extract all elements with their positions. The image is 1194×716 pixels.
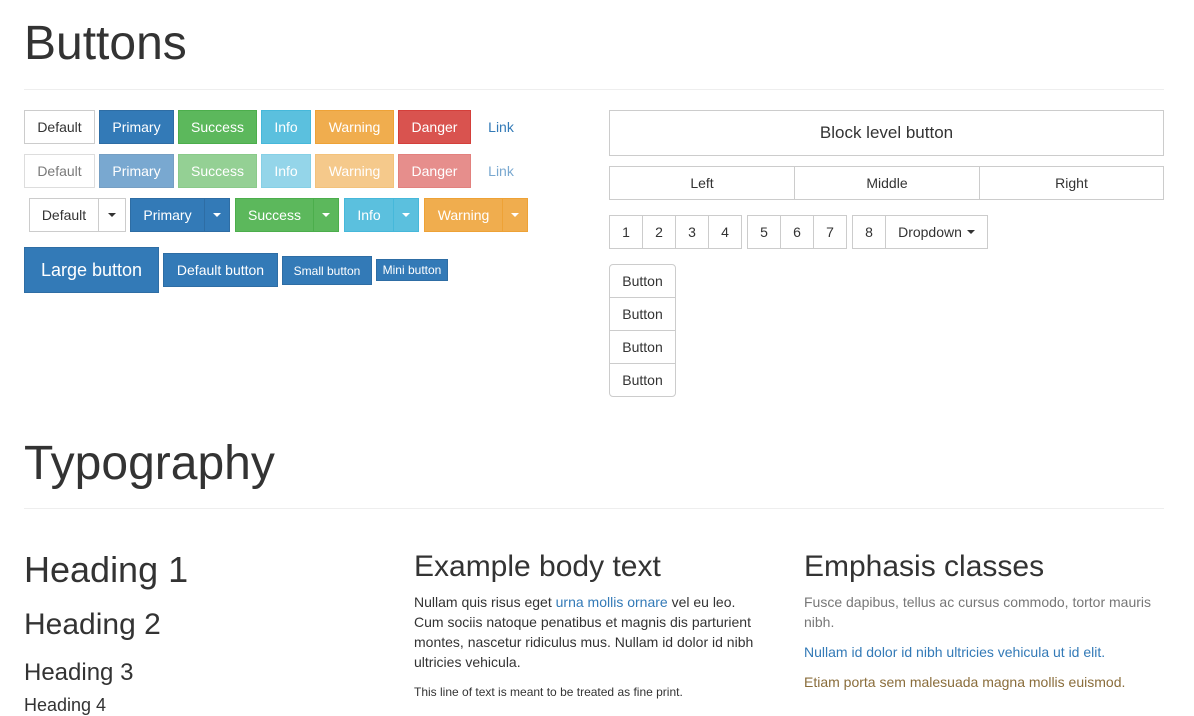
justified-left-button[interactable]: Left <box>609 166 795 200</box>
large-button[interactable]: Large button <box>24 247 159 293</box>
dropdown-label: Dropdown <box>898 224 962 240</box>
typography-heading: Typography <box>24 437 275 490</box>
link-button[interactable]: Link <box>475 110 527 144</box>
primary-split-toggle[interactable] <box>204 198 230 232</box>
justified-middle-button[interactable]: Middle <box>794 166 980 200</box>
success-button[interactable]: Success <box>178 110 257 144</box>
body-paragraph: Nullam quis risus eget urna mollis ornar… <box>414 592 766 672</box>
caret-down-icon <box>322 213 330 217</box>
fine-print: This line of text is meant to be treated… <box>414 685 683 699</box>
toolbar-button-1[interactable]: 1 <box>609 215 643 249</box>
vertical-group-button-2[interactable]: Button <box>609 297 676 331</box>
default-split-button[interactable]: Default <box>29 198 99 232</box>
caret-down-icon <box>402 213 410 217</box>
body-paragraph-text: Nullam quis risus eget <box>414 594 556 610</box>
info-split-button[interactable]: Info <box>344 198 394 232</box>
primary-button-disabled[interactable]: Primary <box>99 154 174 188</box>
warning-split-toggle[interactable] <box>502 198 528 232</box>
warning-text: Etiam porta sem malesuada magna mollis e… <box>804 674 1126 690</box>
block-level-button[interactable]: Block level button <box>609 110 1164 156</box>
info-split-toggle[interactable] <box>393 198 419 232</box>
toolbar-button-7[interactable]: 7 <box>813 215 847 249</box>
toolbar-dropdown[interactable]: Dropdown <box>885 215 988 249</box>
toolbar-button-5[interactable]: 5 <box>747 215 781 249</box>
info-button[interactable]: Info <box>261 110 311 144</box>
primary-button[interactable]: Primary <box>99 110 174 144</box>
primary-text: Nullam id dolor id nibh ultricies vehicu… <box>804 644 1106 660</box>
body-paragraph-link[interactable]: urna mollis ornare <box>556 594 668 610</box>
toolbar-button-8[interactable]: 8 <box>852 215 886 249</box>
small-button[interactable]: Small button <box>282 256 372 285</box>
muted-text: Fusce dapibus, tellus ac cursus commodo,… <box>804 594 1152 630</box>
danger-button-disabled[interactable]: Danger <box>398 154 471 188</box>
danger-button[interactable]: Danger <box>398 110 471 144</box>
caret-down-icon <box>108 213 116 217</box>
warning-split-button[interactable]: Warning <box>424 198 503 232</box>
default-button-disabled[interactable]: Default <box>24 154 95 188</box>
link-button-disabled[interactable]: Link <box>475 154 527 188</box>
info-button-disabled[interactable]: Info <box>261 154 311 188</box>
heading-2: Heading 2 <box>24 608 161 641</box>
toolbar-button-3[interactable]: 3 <box>675 215 709 249</box>
toolbar-button-6[interactable]: 6 <box>780 215 814 249</box>
caret-down-icon <box>511 213 519 217</box>
caret-down-icon <box>213 213 221 217</box>
buttons-divider <box>24 89 1164 90</box>
vertical-group-button-3[interactable]: Button <box>609 330 676 364</box>
heading-4: Heading 4 <box>24 695 107 715</box>
success-split-button[interactable]: Success <box>235 198 314 232</box>
heading-1: Heading 1 <box>24 549 189 590</box>
vertical-group-button-4[interactable]: Button <box>609 363 676 397</box>
buttons-heading: Buttons <box>24 17 187 70</box>
body-text-heading: Example body text <box>414 550 661 583</box>
heading-3: Heading 3 <box>24 659 134 686</box>
warning-button[interactable]: Warning <box>315 110 394 144</box>
mini-button[interactable]: Mini button <box>376 259 448 281</box>
default-button[interactable]: Default <box>24 110 95 144</box>
success-button-disabled[interactable]: Success <box>178 154 257 188</box>
warning-button-disabled[interactable]: Warning <box>315 154 394 188</box>
vertical-group-button-1[interactable]: Button <box>609 264 676 298</box>
justified-right-button[interactable]: Right <box>979 166 1164 200</box>
primary-split-button[interactable]: Primary <box>130 198 205 232</box>
toolbar-button-4[interactable]: 4 <box>708 215 742 249</box>
success-split-toggle[interactable] <box>313 198 339 232</box>
caret-down-icon <box>966 230 975 234</box>
default-size-button[interactable]: Default button <box>163 253 278 287</box>
typography-divider <box>24 508 1164 509</box>
default-split-toggle[interactable] <box>98 198 126 232</box>
emphasis-heading: Emphasis classes <box>804 550 1045 583</box>
toolbar-button-2[interactable]: 2 <box>642 215 676 249</box>
